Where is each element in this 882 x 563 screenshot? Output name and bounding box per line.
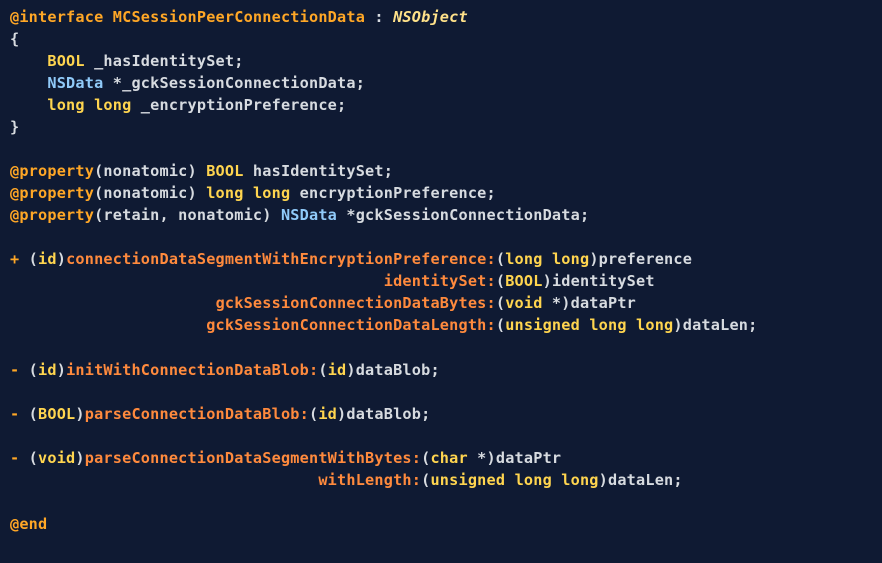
method-line: + (id)connectionDataSegmentWithEncryptio…	[10, 250, 692, 268]
property-line: @property(nonatomic) long long encryptio…	[10, 184, 496, 202]
method-line: gckSessionConnectionDataLength:(unsigned…	[10, 316, 758, 334]
keyword-end: @end	[10, 515, 47, 533]
line-interface: @interface MCSessionPeerConnectionData :…	[10, 8, 468, 26]
method-line: - (id)initWithConnectionDataBlob:(id)dat…	[10, 361, 440, 379]
method-line: withLength:(unsigned long long)dataLen;	[10, 471, 683, 489]
brace-close: }	[10, 118, 19, 136]
property-line: @property(retain, nonatomic) NSData *gck…	[10, 206, 589, 224]
method-line: identitySet:(BOOL)identitySet	[10, 272, 655, 290]
code-block: @interface MCSessionPeerConnectionData :…	[0, 0, 882, 541]
brace-open: {	[10, 30, 19, 48]
ivar-line: long long _encryptionPreference;	[10, 96, 346, 114]
superclass: NSObject	[393, 8, 468, 26]
keyword-interface: @interface	[10, 8, 103, 26]
method-line: - (BOOL)parseConnectionDataBlob:(id)data…	[10, 405, 430, 423]
property-line: @property(nonatomic) BOOL hasIdentitySet…	[10, 162, 393, 180]
method-line: gckSessionConnectionDataBytes:(void *)da…	[10, 294, 636, 312]
method-line: - (void)parseConnectionDataSegmentWithBy…	[10, 449, 561, 467]
ivar-line: NSData *_gckSessionConnectionData;	[10, 74, 365, 92]
class-name: MCSessionPeerConnectionData	[113, 8, 365, 26]
ivar-line: BOOL _hasIdentitySet;	[10, 52, 244, 70]
